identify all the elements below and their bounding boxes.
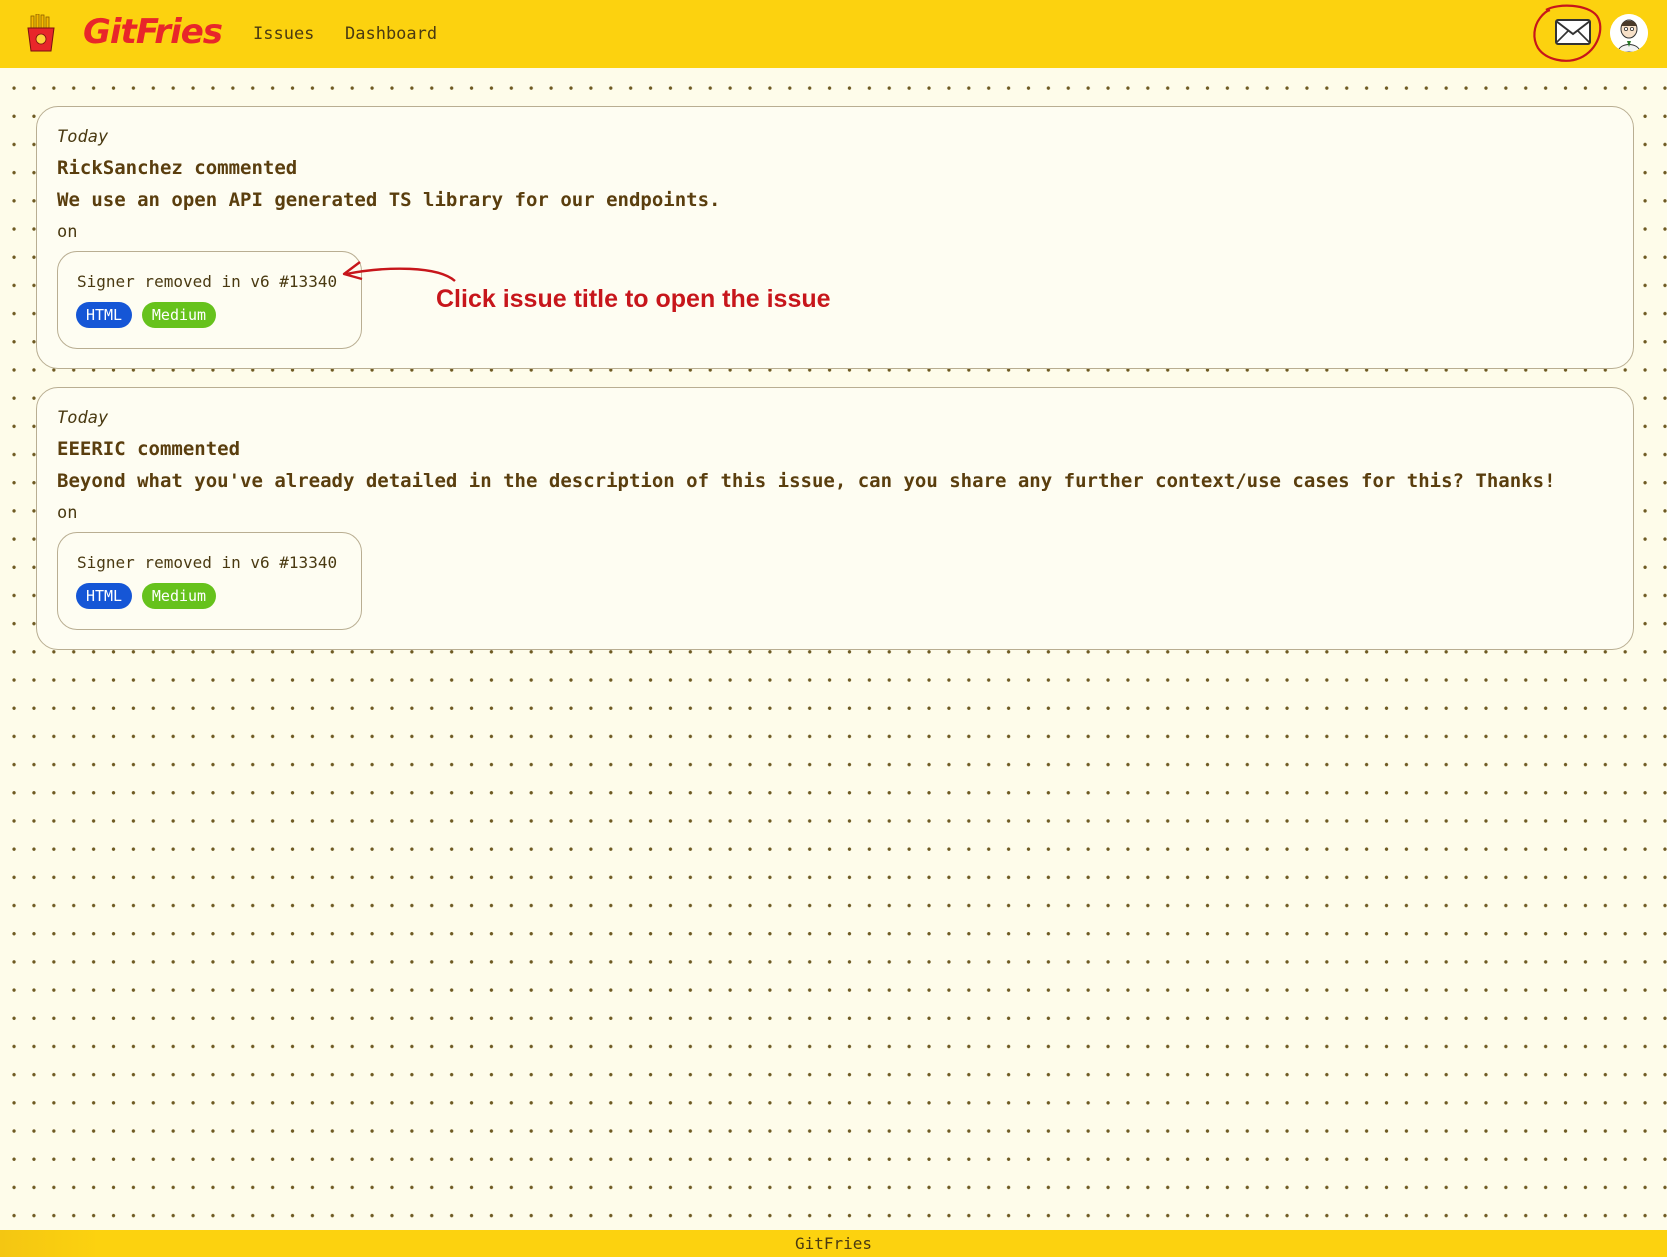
nav-dashboard-link[interactable]: Dashboard [345, 24, 437, 44]
top-navigation-bar: GitFries Issues Dashboard [0, 0, 1667, 68]
annotation-text: Click issue title to open the issue [436, 285, 831, 313]
notification-date: Today [57, 408, 109, 428]
issue-reference-card: Signer removed in v6 #13340 HTML Medium [57, 532, 362, 630]
notification-comment: Beyond what you've already detailed in t… [57, 470, 1556, 492]
notification-author: RickSanchez commented [57, 157, 298, 179]
avatar-icon [1610, 14, 1648, 52]
issue-title-link[interactable]: Signer removed in v6 #13340 [77, 272, 337, 291]
notification-card: Today RickSanchez commented We use an op… [36, 106, 1634, 369]
mail-icon[interactable] [1554, 16, 1592, 48]
issue-reference-card: Signer removed in v6 #13340 HTML Medium [57, 251, 362, 349]
on-label: on [57, 503, 78, 523]
on-label: on [57, 222, 78, 242]
tag-medium-badge: Medium [142, 583, 216, 609]
notification-card: Today EEERIC commented Beyond what you'v… [36, 387, 1634, 650]
brand-logo-text[interactable]: GitFries [83, 12, 223, 52]
user-avatar[interactable] [1610, 14, 1648, 52]
notification-comment: We use an open API generated TS library … [57, 189, 721, 211]
notification-author: EEERIC commented [57, 438, 241, 460]
tag-medium-badge: Medium [142, 302, 216, 328]
nav-issues-link[interactable]: Issues [253, 24, 314, 44]
tag-html-badge: HTML [76, 583, 132, 609]
fries-logo-icon[interactable] [26, 14, 56, 52]
tag-html-badge: HTML [76, 302, 132, 328]
footer: GitFries [0, 1230, 1667, 1257]
notification-date: Today [57, 127, 109, 147]
issue-title-link[interactable]: Signer removed in v6 #13340 [77, 553, 337, 572]
